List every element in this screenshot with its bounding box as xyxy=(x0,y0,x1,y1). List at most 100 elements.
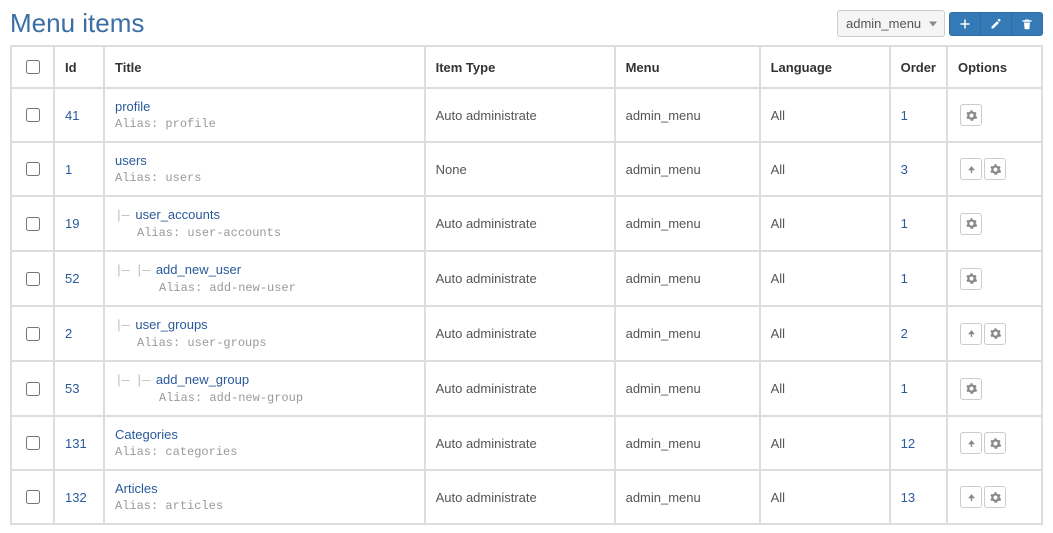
row-title-link[interactable]: users xyxy=(115,153,147,168)
row-options xyxy=(947,196,1042,251)
trash-icon xyxy=(1021,18,1033,30)
row-settings-button[interactable] xyxy=(960,104,982,126)
delete-button[interactable] xyxy=(1011,12,1043,36)
gear-icon xyxy=(966,110,977,121)
row-id: 1 xyxy=(54,142,104,196)
table-row: 132 Articles Alias: articles Auto administr… xyxy=(11,470,1042,524)
row-title-link[interactable]: add_new_user xyxy=(156,262,241,277)
row-order: 1 xyxy=(890,196,947,251)
move-up-button[interactable] xyxy=(960,486,982,508)
row-type: Auto administrate xyxy=(425,196,615,251)
row-checkbox[interactable] xyxy=(26,436,40,450)
row-alias: Alias: articles xyxy=(115,499,414,513)
row-alias: Alias: add-new-group xyxy=(115,391,414,405)
row-type: None xyxy=(425,142,615,196)
row-id: 41 xyxy=(54,88,104,142)
move-up-button[interactable] xyxy=(960,323,982,345)
row-checkbox[interactable] xyxy=(26,217,40,231)
page-title: Menu items xyxy=(10,8,144,39)
pencil-icon xyxy=(990,18,1002,30)
row-checkbox[interactable] xyxy=(26,162,40,176)
row-options xyxy=(947,361,1042,416)
row-alias: Alias: users xyxy=(115,171,414,185)
row-id: 132 xyxy=(54,470,104,524)
row-order: 1 xyxy=(890,88,947,142)
row-type: Auto administrate xyxy=(425,470,615,524)
row-checkbox[interactable] xyxy=(26,272,40,286)
row-title-link[interactable]: profile xyxy=(115,99,150,114)
row-settings-button[interactable] xyxy=(984,323,1006,345)
arrow-up-icon xyxy=(966,492,977,503)
row-type: Auto administrate xyxy=(425,88,615,142)
table-row: 53|— |— add_new_groupAlias: add-new-grou… xyxy=(11,361,1042,416)
row-title-cell: |— |— add_new_userAlias: add-new-user xyxy=(104,251,425,306)
row-settings-button[interactable] xyxy=(960,378,982,400)
table-row: 52|— |— add_new_userAlias: add-new-userA… xyxy=(11,251,1042,306)
col-lang: Language xyxy=(760,46,890,88)
row-title-link[interactable]: Articles xyxy=(115,481,158,496)
row-settings-button[interactable] xyxy=(984,432,1006,454)
row-lang: All xyxy=(760,470,890,524)
add-button[interactable] xyxy=(949,12,981,36)
row-order: 2 xyxy=(890,306,947,361)
gear-icon xyxy=(966,273,977,284)
row-title-cell: Articles Alias: articles xyxy=(104,470,425,524)
tree-indent: |— xyxy=(115,208,135,223)
row-title-link[interactable]: user_accounts xyxy=(135,207,220,222)
arrow-up-icon xyxy=(966,438,977,449)
row-settings-button[interactable] xyxy=(960,268,982,290)
row-options xyxy=(947,470,1042,524)
edit-button[interactable] xyxy=(980,12,1012,36)
row-title-link[interactable]: Categories xyxy=(115,427,178,442)
row-title-link[interactable]: add_new_group xyxy=(156,372,249,387)
gear-icon xyxy=(990,328,1001,339)
row-menu: admin_menu xyxy=(615,361,760,416)
table-row: 2|— user_groupsAlias: user-groupsAuto ad… xyxy=(11,306,1042,361)
plus-icon xyxy=(959,18,971,30)
row-lang: All xyxy=(760,196,890,251)
menu-select[interactable]: admin_menu xyxy=(837,10,945,37)
row-menu: admin_menu xyxy=(615,470,760,524)
table-row: 19|— user_accountsAlias: user-accountsAu… xyxy=(11,196,1042,251)
row-order: 13 xyxy=(890,470,947,524)
tree-indent: |— |— xyxy=(115,373,156,388)
row-title-link[interactable]: user_groups xyxy=(135,317,207,332)
gear-icon xyxy=(990,492,1001,503)
move-up-button[interactable] xyxy=(960,432,982,454)
row-title-cell: |— |— add_new_group Alias: add-new-group xyxy=(104,361,425,416)
gear-icon xyxy=(966,383,977,394)
arrow-up-icon xyxy=(966,164,977,175)
row-alias: Alias: user-groups xyxy=(115,336,414,350)
tree-indent: |— xyxy=(115,318,135,333)
row-options xyxy=(947,416,1042,470)
gear-icon xyxy=(990,164,1001,175)
table-header-row: Id Title Item Type Menu Language Order O… xyxy=(11,46,1042,88)
row-menu: admin_menu xyxy=(615,251,760,306)
row-menu: admin_menu xyxy=(615,196,760,251)
header-controls: admin_menu xyxy=(837,10,1043,37)
row-id: 131 xyxy=(54,416,104,470)
row-checkbox[interactable] xyxy=(26,490,40,504)
col-id: Id xyxy=(54,46,104,88)
row-settings-button[interactable] xyxy=(984,158,1006,180)
move-up-button[interactable] xyxy=(960,158,982,180)
row-settings-button[interactable] xyxy=(984,486,1006,508)
row-checkbox[interactable] xyxy=(26,382,40,396)
gear-icon xyxy=(966,218,977,229)
row-title-cell: |— user_groups Alias: user-groups xyxy=(104,306,425,361)
col-opts: Options xyxy=(947,46,1042,88)
row-menu: admin_menu xyxy=(615,416,760,470)
row-title-cell: users Alias: users xyxy=(104,142,425,196)
row-settings-button[interactable] xyxy=(960,213,982,235)
row-checkbox[interactable] xyxy=(26,108,40,122)
row-options xyxy=(947,88,1042,142)
row-checkbox[interactable] xyxy=(26,327,40,341)
select-all-checkbox[interactable] xyxy=(26,60,40,74)
row-lang: All xyxy=(760,88,890,142)
row-order: 12 xyxy=(890,416,947,470)
row-id: 52 xyxy=(54,251,104,306)
col-order: Order xyxy=(890,46,947,88)
table-row: 41profileAlias: profileAuto administrate… xyxy=(11,88,1042,142)
row-lang: All xyxy=(760,361,890,416)
row-type: Auto administrate xyxy=(425,416,615,470)
